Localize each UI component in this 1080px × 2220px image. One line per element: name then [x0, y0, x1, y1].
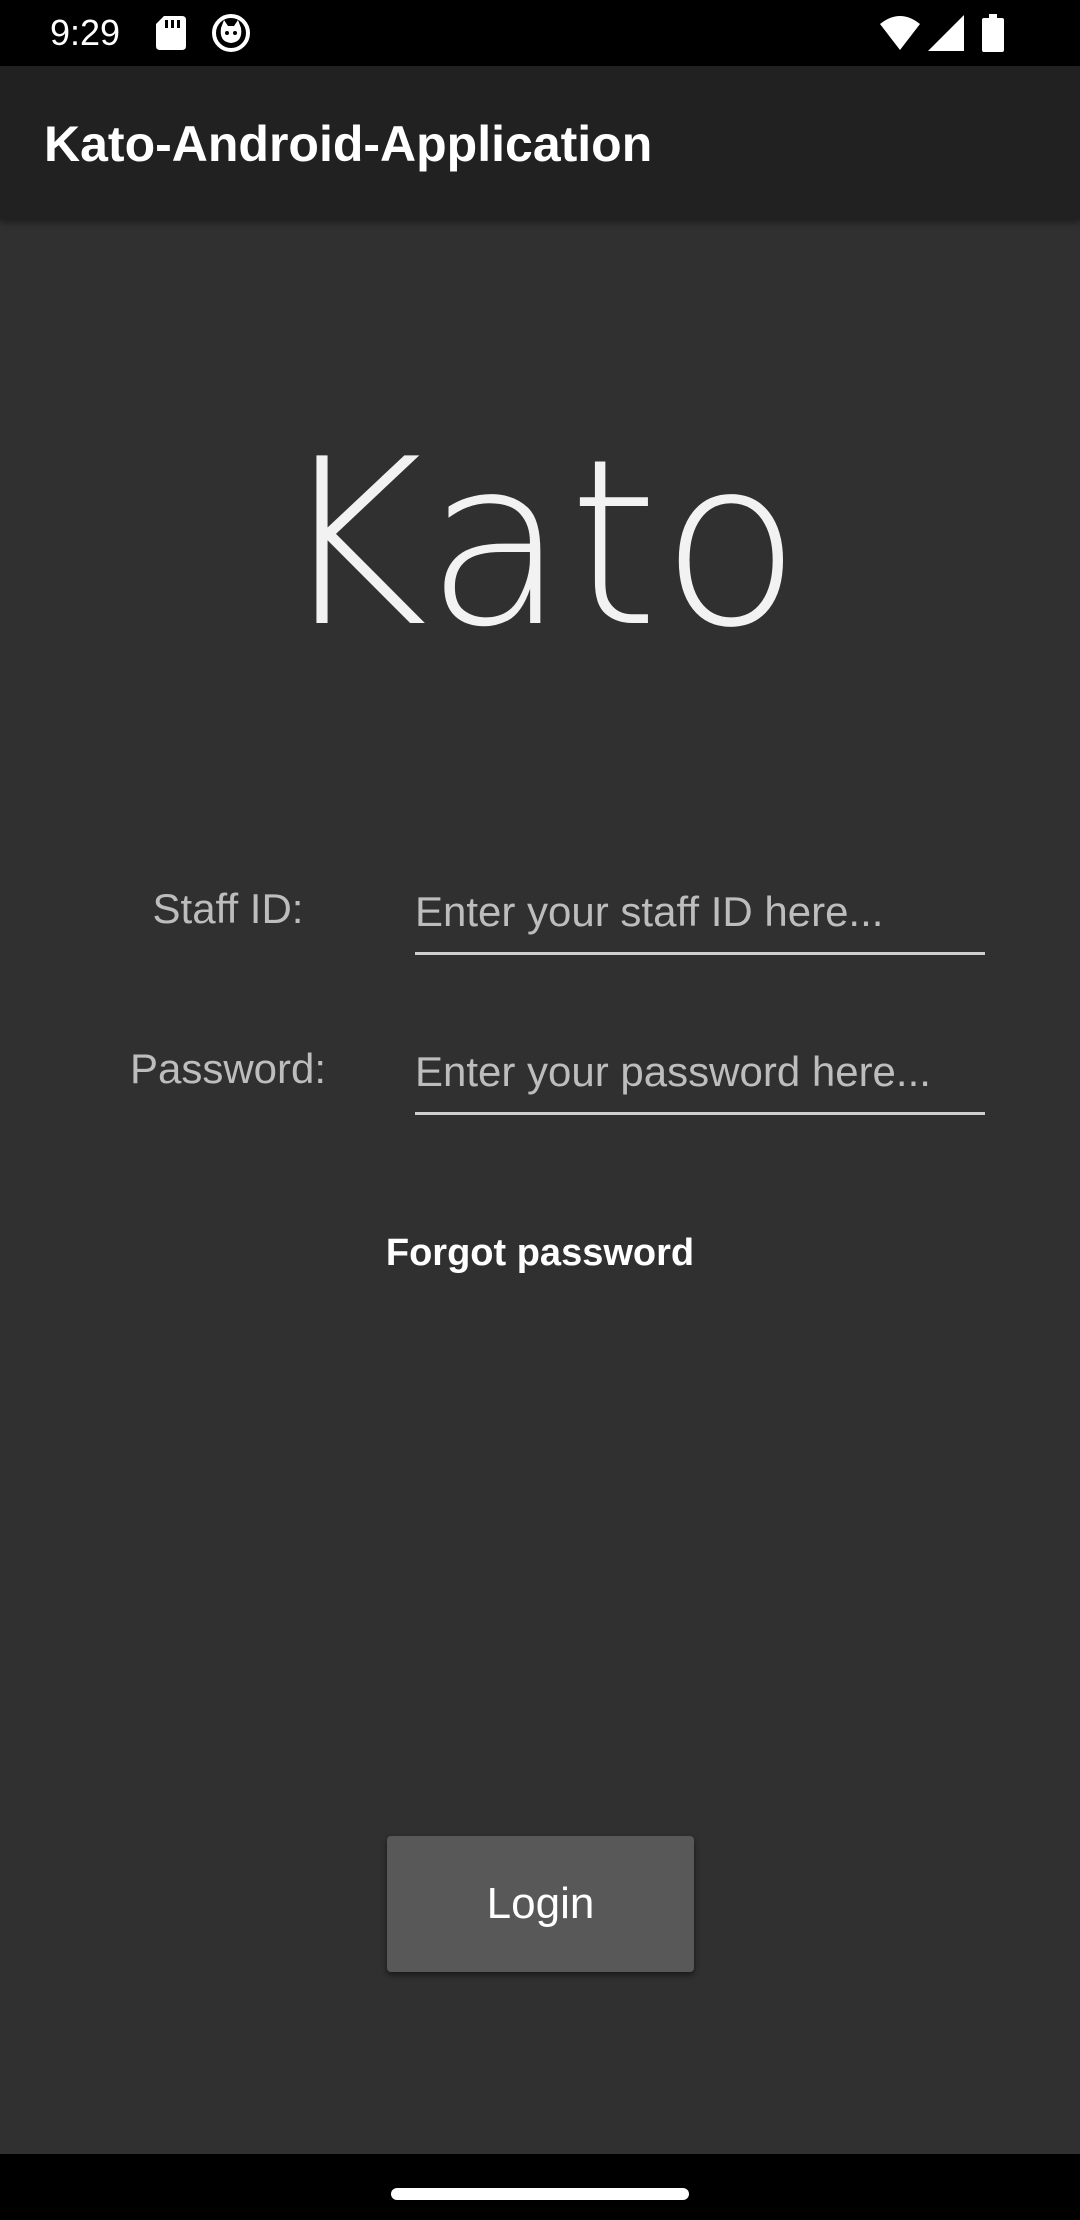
- kato-logo-text: Kato: [276, 411, 804, 678]
- status-bar: 9:29: [0, 0, 1080, 66]
- login-screen: 9:29 Kato-Android-Application Kato Staff…: [0, 0, 1080, 2220]
- password-label: Password:: [129, 1045, 327, 1092]
- wifi-icon: [880, 16, 920, 50]
- home-gesture-handle[interactable]: [391, 2188, 689, 2200]
- login-button[interactable]: Login: [387, 1836, 694, 1972]
- navigation-bar: [0, 2154, 1080, 2220]
- status-time: 9:29: [50, 12, 121, 53]
- sd-card-icon: [156, 16, 186, 50]
- battery-icon: [982, 14, 1004, 52]
- password-input[interactable]: [415, 1032, 985, 1115]
- app-bar: Kato-Android-Application: [0, 66, 1080, 220]
- app-title: Kato-Android-Application: [44, 116, 653, 172]
- signal-icon: [928, 15, 964, 51]
- staff-id-input[interactable]: [415, 872, 985, 955]
- cat-icon: [212, 14, 250, 52]
- forgot-password-link[interactable]: Forgot password: [0, 1230, 1080, 1276]
- staff-id-label: Staff ID:: [152, 885, 304, 932]
